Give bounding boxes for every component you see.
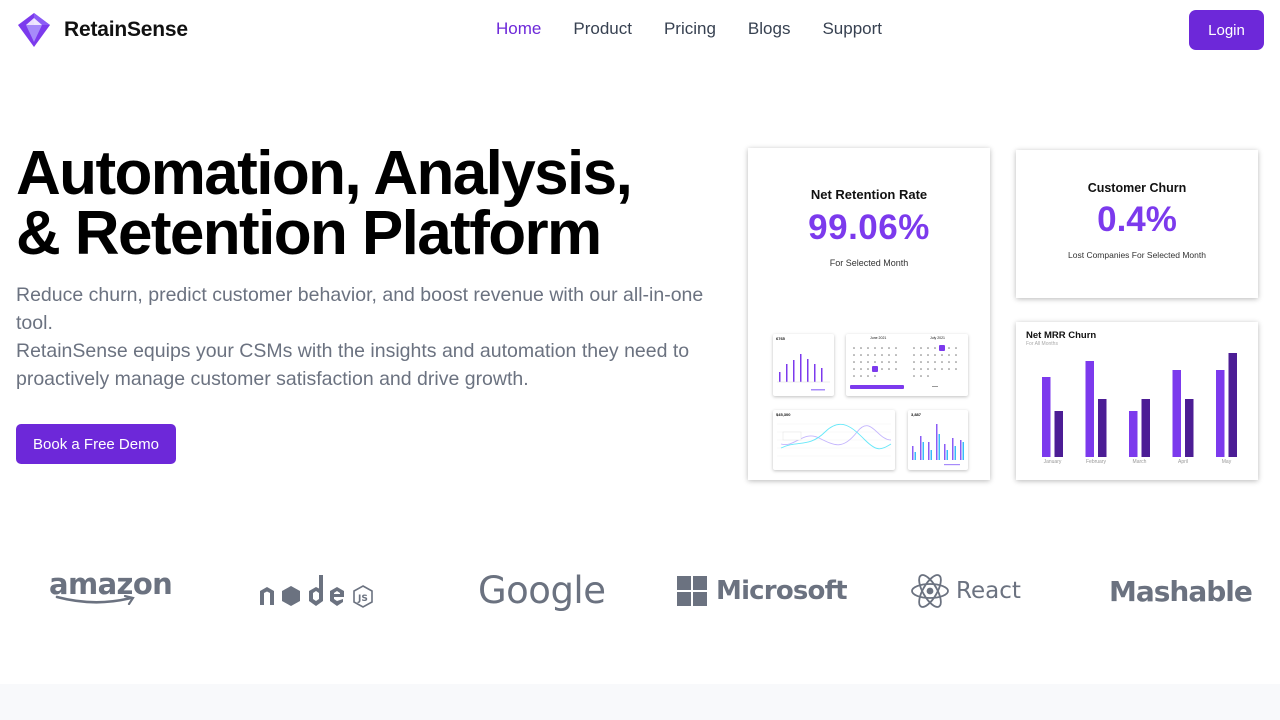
mrr-bar-february-1 [1085, 361, 1094, 457]
book-demo-button[interactable]: Book a Free Demo [16, 424, 176, 464]
mrr-bar-march-2 [1141, 399, 1150, 457]
mini-calendar-widget: June 2021 July 2021 [846, 334, 968, 396]
mashable-logo: Mashable [1109, 574, 1253, 608]
mini-grouped-bar-widget: 3,887 [908, 410, 968, 470]
mrr-bar-may-1 [1216, 370, 1225, 457]
customer-churn-title: Customer Churn [1087, 181, 1187, 195]
mrr-bar-april-1 [1172, 370, 1181, 457]
mrr-tick-label: March [1133, 459, 1147, 465]
net-mrr-churn-card: Net MRR Churn For All Months January Febr… [1016, 322, 1258, 480]
top-navbar: RetainSense Home Product Pricing Blogs S… [0, 0, 1280, 60]
net-retention-value: 99.06% [808, 208, 930, 247]
mini-grouped-bar-graphic [912, 424, 964, 466]
nav-link-support[interactable]: Support [822, 19, 882, 39]
mrr-bar-april-2 [1185, 399, 1194, 457]
amazon-smile-icon [55, 595, 135, 605]
react-logo: React [910, 572, 1021, 610]
nav-link-product[interactable]: Product [573, 19, 632, 39]
hero-title: Automation, Analysis, & Retention Platfo… [16, 143, 716, 265]
hero-title-line2: & Retention Platform [16, 199, 602, 268]
microsoft-logo: Microsoft [677, 575, 848, 607]
hero-subtitle: Reduce churn, predict customer behavior,… [16, 281, 706, 393]
nodejs-icon: JS [260, 575, 373, 608]
mrr-bar-january-1 [1042, 377, 1051, 457]
react-logo-text: React [956, 578, 1021, 604]
brand-name: RetainSense [64, 18, 188, 41]
customer-churn-caption: Lost Companies For Selected Month [1068, 250, 1206, 260]
customer-churn-card: Customer Churn 0.4% Lost Companies For S… [1016, 150, 1258, 298]
mini-line-chart-graphic [777, 423, 892, 457]
login-button[interactable]: Login [1189, 10, 1264, 50]
mini-bar-chart-graphic [777, 354, 830, 391]
mini-bar-widget: 6765 [773, 334, 834, 396]
next-section-band [0, 684, 1280, 720]
net-retention-caption: For Selected Month [829, 258, 909, 268]
microsoft-windows-icon [677, 576, 707, 606]
google-logo: Google [478, 568, 606, 612]
microsoft-logo-text: Microsoft [716, 576, 848, 606]
mini-line-widget: $45,300 [773, 410, 895, 470]
customer-churn-value: 0.4% [1097, 200, 1177, 239]
hero-title-line1: Automation, Analysis, [16, 139, 633, 208]
nav-link-pricing[interactable]: Pricing [664, 19, 716, 39]
nav-link-blogs[interactable]: Blogs [748, 19, 791, 39]
hero-subtitle-line2: RetainSense equips your CSMs with the in… [16, 340, 690, 390]
net-retention-card: Net Retention Rate 99.06% For Selected M… [748, 148, 990, 480]
mrr-bar-january-2 [1054, 411, 1063, 457]
amazon-logo: amazon [49, 568, 173, 612]
calendar-grid-graphic [850, 345, 957, 389]
nodejs-logo: node JS [258, 572, 376, 612]
hero-subtitle-line1: Reduce churn, predict customer behavior,… [16, 284, 704, 334]
mrr-tick-label: April [1178, 459, 1188, 465]
mrr-tick-label: January [1044, 459, 1062, 465]
react-atom-icon [911, 574, 949, 608]
svg-text:JS: JS [357, 594, 368, 604]
mrr-tick-label: May [1222, 459, 1232, 465]
nav-link-home[interactable]: Home [496, 19, 541, 39]
mrr-tick-label: February [1086, 459, 1107, 465]
nav-links: Home Product Pricing Blogs Support [496, 19, 882, 39]
net-mrr-churn-chart: January February March April May [1042, 353, 1237, 465]
mrr-bar-may-2 [1228, 353, 1237, 457]
mrr-bar-march-1 [1129, 411, 1138, 457]
mrr-bar-february-2 [1098, 399, 1107, 457]
net-retention-title: Net Retention Rate [810, 187, 928, 202]
diamond-logo-icon [18, 13, 50, 47]
brand[interactable]: RetainSense [16, 12, 188, 48]
